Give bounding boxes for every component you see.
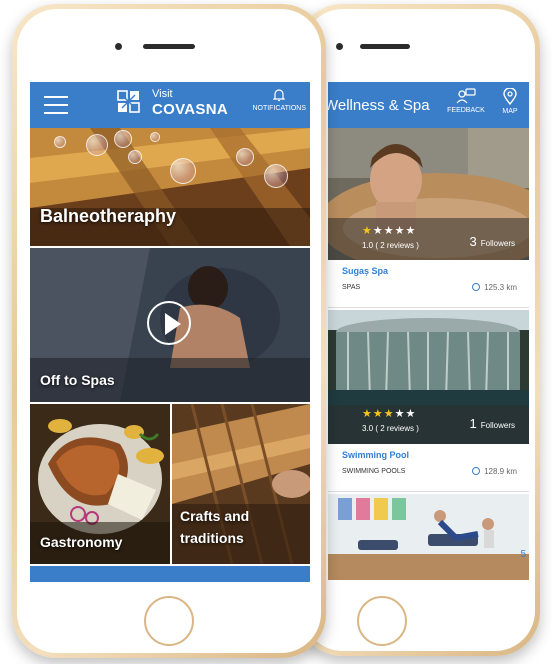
spa-category: SPAS	[342, 284, 361, 291]
back-phone-screen: Wellness & Spa FEEDBACK MAP ★★★★★ 1.0 (…	[328, 82, 529, 580]
pool-card-image[interactable]: ★★★★★ 3.0 ( 2 reviews ) 1 Followers	[328, 310, 529, 444]
play-icon	[165, 313, 181, 335]
logo-covasna-text: COVASNA	[152, 101, 228, 118]
front-phone-speaker	[143, 44, 195, 49]
map-label: MAP	[502, 108, 518, 115]
back-phone-speaker	[360, 44, 410, 49]
bell-icon	[273, 89, 286, 102]
tile-label-gastronomy: Gastronomy	[40, 534, 123, 550]
pool-distance-value: 128.9 km	[484, 467, 517, 476]
feedback-label: FEEDBACK	[447, 107, 485, 114]
front-phone-camera	[115, 43, 122, 50]
back-phone-camera	[336, 43, 343, 50]
tile-partial-next[interactable]	[30, 566, 310, 582]
app-header-bar: Visit COVASNA NOTIFICATIONS	[30, 82, 310, 128]
partial-card-number: 5	[520, 549, 526, 560]
notifications-label: NOTIFICATIONS	[252, 105, 306, 112]
balneotheraphy-photo	[30, 128, 310, 246]
play-video-button[interactable]	[147, 301, 191, 345]
tile-gastronomy[interactable]: Gastronomy	[30, 404, 170, 564]
wellness-header-bar: Wellness & Spa FEEDBACK MAP	[328, 82, 529, 128]
feedback-button[interactable]: FEEDBACK	[444, 88, 488, 114]
front-phone-screen: Visit COVASNA NOTIFICATIONS Balneotherap…	[30, 82, 310, 582]
map-button[interactable]: MAP	[496, 88, 524, 115]
spa-followers-label: Followers	[480, 239, 515, 248]
gym-card-image[interactable]: 5	[328, 494, 529, 580]
back-phone-home-button[interactable]	[357, 596, 407, 646]
spa-rating-stars: ★★★★★	[362, 225, 417, 237]
tile-crafts-and-traditions[interactable]: Crafts and traditions	[172, 404, 310, 564]
tile-label-crafts-line2: traditions	[180, 530, 244, 546]
location-icon	[472, 283, 481, 291]
tile-label-crafts-line1: Crafts and	[180, 508, 250, 524]
tile-balneotheraphy[interactable]: Balneotheraphy	[30, 128, 310, 246]
spa-followers-count: 3	[469, 234, 477, 249]
front-phone-home-button[interactable]	[144, 596, 194, 646]
notifications-button[interactable]: NOTIFICATIONS	[252, 88, 306, 112]
covasna-logo-icon	[117, 90, 140, 113]
logo-visit-text: Visit	[152, 88, 173, 100]
feedback-chat-icon	[456, 88, 476, 104]
spa-rating-text: 1.0 ( 2 reviews )	[362, 241, 419, 250]
pool-category: SWIMMING POOLS	[342, 468, 406, 475]
location-icon	[472, 467, 481, 475]
pool-rating-text: 3.0 ( 2 reviews )	[362, 424, 419, 433]
pool-card-info[interactable]: Swimming Pool SWIMMING POOLS 128.9 km	[328, 444, 529, 492]
spa-distance-value: 125.3 km	[484, 283, 517, 292]
spa-followers: 3 Followers	[470, 234, 515, 249]
pool-name-link[interactable]: Swimming Pool	[342, 450, 409, 460]
pool-followers: 1 Followers	[470, 416, 515, 431]
pool-rating-stars: ★★★★★	[362, 408, 417, 420]
tile-label-balneotheraphy: Balneotheraphy	[40, 206, 177, 226]
pool-followers-label: Followers	[480, 421, 515, 430]
gym-photo	[328, 494, 529, 580]
spa-card-info[interactable]: Sugaș Spa SPAS 125.3 km	[328, 260, 529, 308]
spa-card-image[interactable]: ★★★★★ 1.0 ( 2 reviews ) 3 Followers	[328, 128, 529, 260]
hamburger-menu-icon[interactable]	[44, 96, 68, 114]
tile-off-to-spas[interactable]: Off to Spas	[30, 248, 310, 402]
spa-distance: 125.3 km	[472, 283, 517, 292]
map-pin-icon	[503, 88, 517, 105]
pool-followers-count: 1	[469, 416, 477, 431]
spa-name-link[interactable]: Sugaș Spa	[342, 266, 388, 276]
page-title: Wellness & Spa	[328, 97, 430, 114]
pool-distance: 128.9 km	[472, 467, 517, 476]
tile-label-off-to-spas: Off to Spas	[40, 372, 115, 388]
